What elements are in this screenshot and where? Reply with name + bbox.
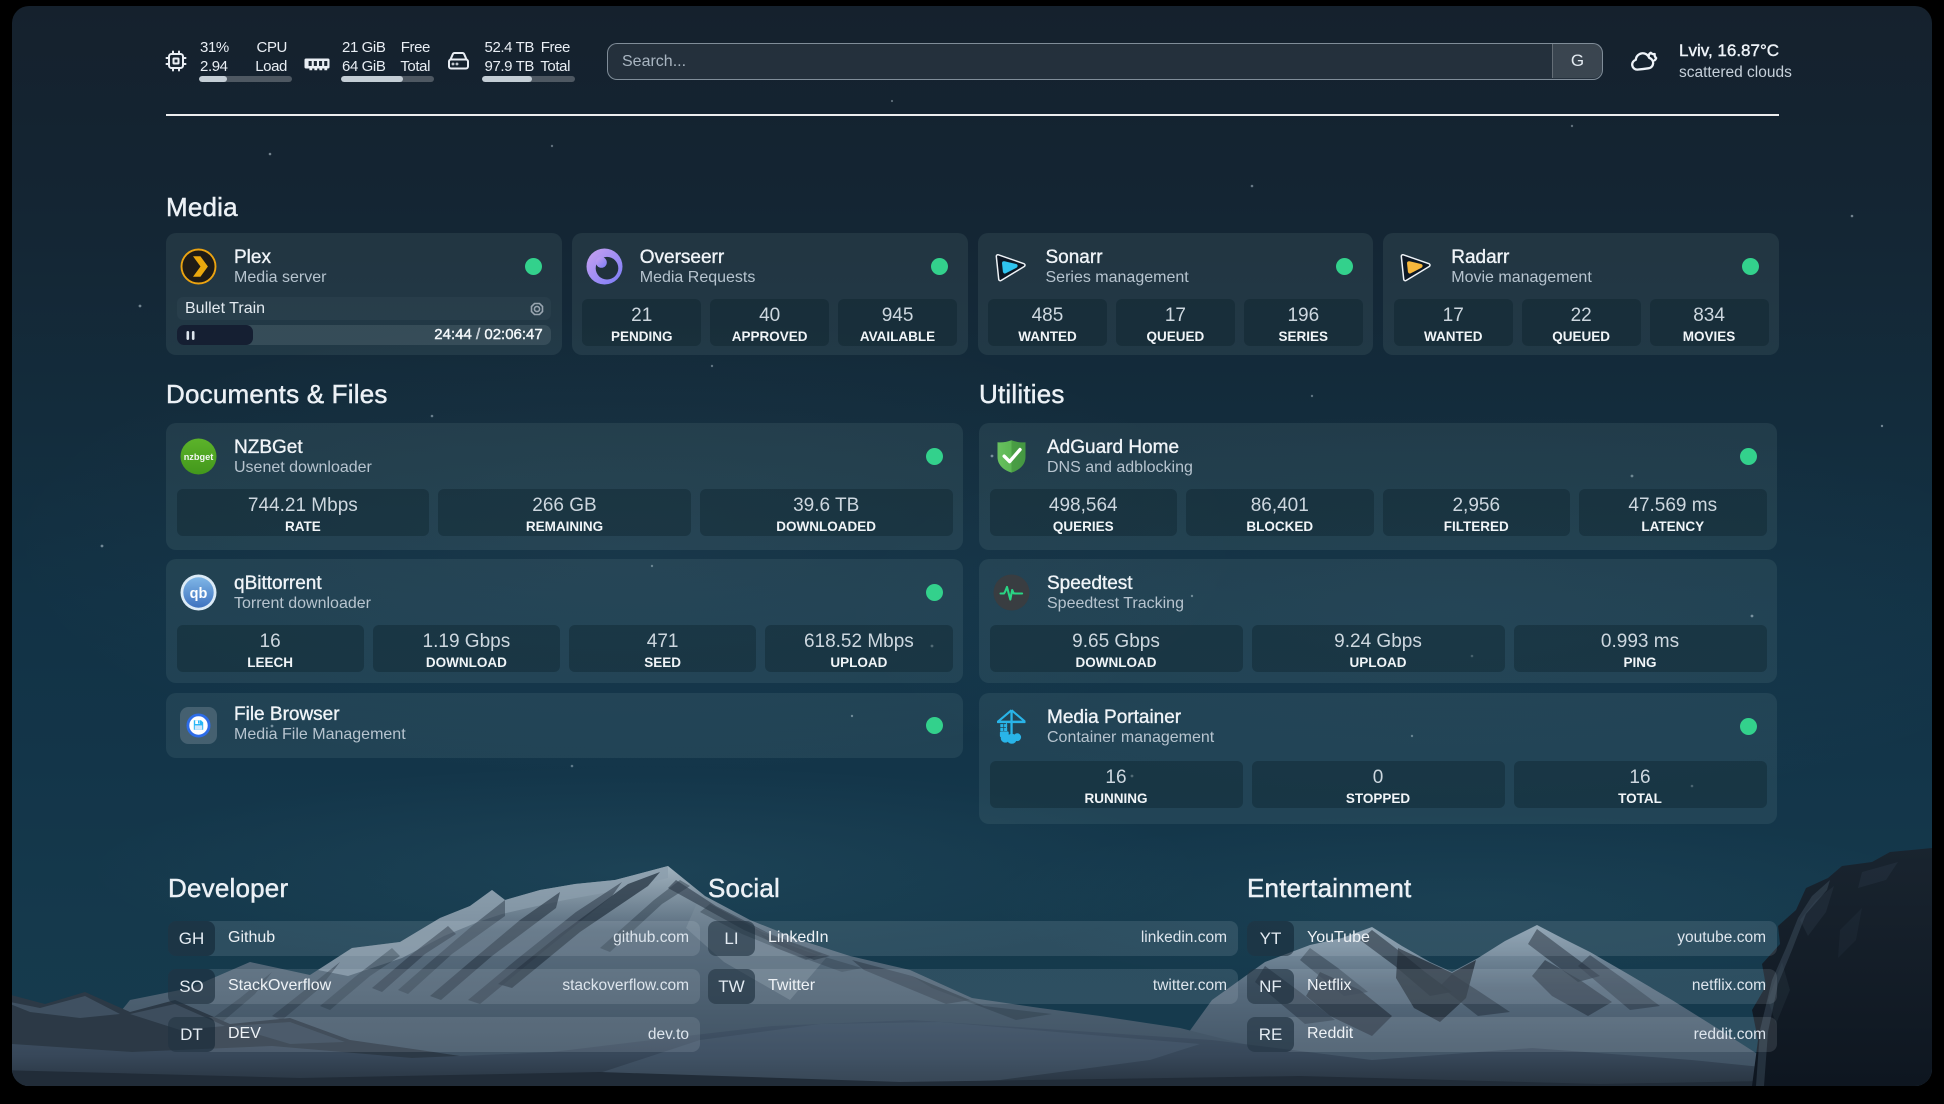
svg-text:qb: qb: [190, 586, 208, 602]
svg-text:nzbget: nzbget: [184, 452, 214, 462]
